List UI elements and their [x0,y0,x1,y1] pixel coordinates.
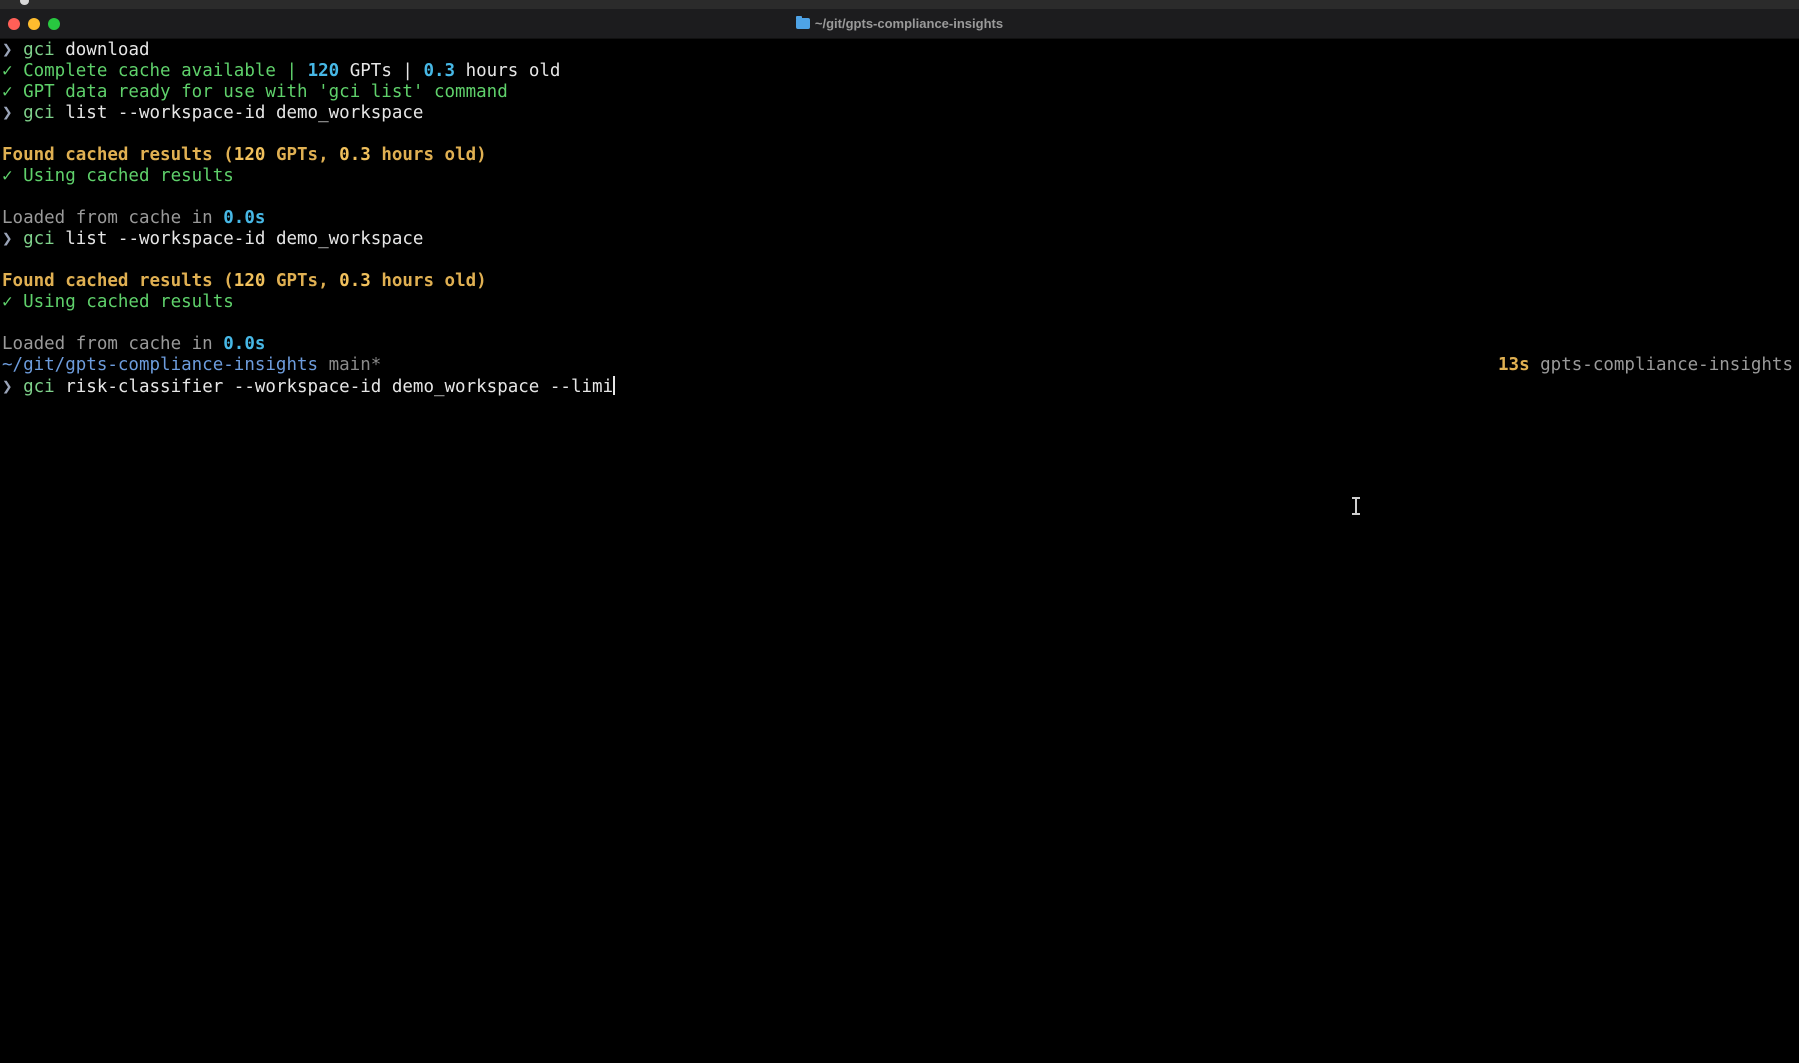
command-args: list --workspace-id demo_workspace [54,103,424,123]
output-text: GPTs, [265,271,340,291]
output-text: hours old) [370,271,487,291]
output-text: GPT data ready for use with 'gci list' c… [23,82,508,102]
right-prompt: 13s gpts-compliance-insights [1498,355,1793,376]
output-text: Found cached results ( [2,271,234,291]
prompt-status-line: ~/git/gpts-compliance-insights main* 13s … [2,355,1799,376]
window-title-text: ~/git/gpts-compliance-insights [814,16,1004,31]
text-cursor [613,376,616,395]
git-branch: main* [318,355,382,375]
output-text: GPTs, [265,145,340,165]
command-line: ❯ gci list --workspace-id demo_workspace [2,229,1799,250]
output-text: GPTs | [339,61,424,81]
output-text: Using cached results [23,292,234,312]
prompt-chevron: ❯ [2,40,24,60]
command-args: list --workspace-id demo_workspace [54,229,424,249]
output-text: hours old) [370,145,487,165]
cache-age: 0.3 [339,271,371,291]
command-args: download [54,40,150,60]
check-icon: ✓ [2,61,24,81]
menu-bar [0,0,1799,9]
output-text: Loaded from cache in [2,334,224,354]
command-name: gci [23,229,55,249]
output-line: Found cached results (120 GPTs, 0.3 hour… [2,145,1799,166]
folder-icon [795,16,810,29]
terminal-window: ~/git/gpts-compliance-insights ❯ gci dow… [0,0,1799,1063]
current-input-line[interactable]: ❯ gci risk-classifier --workspace-id dem… [2,376,1799,397]
output-text: hours old [455,61,561,81]
load-time: 0.0s [223,334,266,354]
output-line: ✓ Using cached results [2,292,1799,313]
output-text: Using cached results [23,166,234,186]
output-line: Loaded from cache in 0.0s [2,334,1799,355]
output-text: Complete cache available | [23,61,308,81]
command-line: ❯ gci download [2,40,1799,61]
gpt-count: 120 [233,145,266,165]
output-text: Loaded from cache in [2,208,224,228]
apple-icon[interactable] [20,0,29,5]
output-line: ✓ GPT data ready for use with 'gci list'… [2,82,1799,103]
ibeam-cursor-icon [1351,497,1361,515]
output-line: ✓ Using cached results [2,166,1799,187]
prompt-path: ~/git/gpts-compliance-insights [2,355,319,375]
prompt-chevron: ❯ [2,229,24,249]
output-line: Found cached results (120 GPTs, 0.3 hour… [2,271,1799,292]
terminal-output[interactable]: ❯ gci download ✓ Complete cache availabl… [2,40,1799,1060]
command-duration: 13s [1498,355,1530,375]
load-time: 0.0s [223,208,266,228]
prompt-chevron: ❯ [2,377,24,397]
prompt-chevron: ❯ [2,103,24,123]
cache-age: 0.3 [423,61,456,81]
output-line: ✓ Complete cache available | 120 GPTs | … [2,61,1799,82]
check-icon: ✓ [2,166,24,186]
gpt-count: 120 [233,271,266,291]
window-title: ~/git/gpts-compliance-insights [0,16,1799,31]
check-icon: ✓ [2,82,24,102]
command-name: gci [23,103,55,123]
output-text: Found cached results ( [2,145,234,165]
output-line: Loaded from cache in 0.0s [2,208,1799,229]
gpt-count: 120 [307,61,340,81]
title-bar: ~/git/gpts-compliance-insights [0,9,1799,39]
cache-age: 0.3 [339,145,371,165]
right-prompt-dir: gpts-compliance-insights [1529,355,1794,375]
command-name: gci [23,377,55,397]
command-input[interactable]: risk-classifier --workspace-id demo_work… [55,377,613,397]
command-name: gci [23,40,55,60]
check-icon: ✓ [2,292,24,312]
command-line: ❯ gci list --workspace-id demo_workspace [2,103,1799,124]
